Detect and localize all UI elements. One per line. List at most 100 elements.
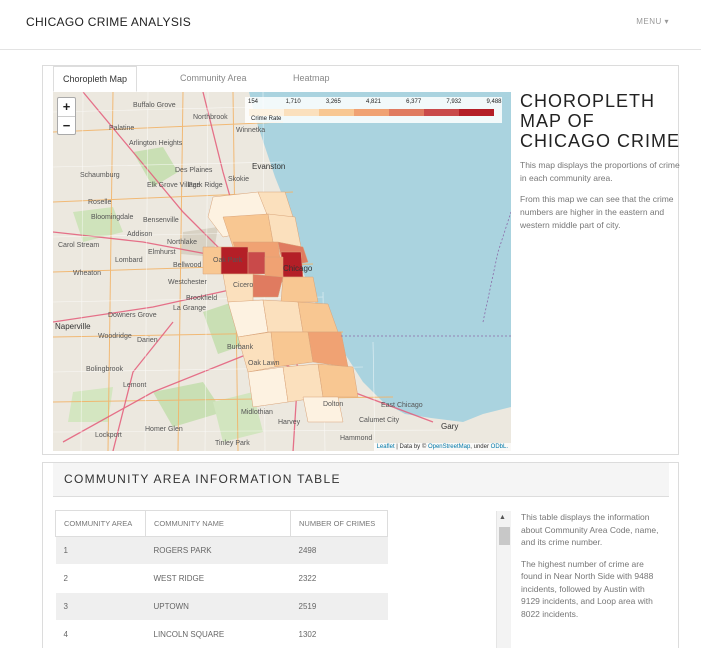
table-cell: 2498 xyxy=(290,536,388,565)
legend-color-swatch xyxy=(284,109,319,116)
legend-color-swatch xyxy=(389,109,424,116)
map-description: CHOROPLETH MAP OF CHICAGO CRIME This map… xyxy=(520,91,680,232)
map-label: Lockport xyxy=(95,432,122,439)
map-label: Dolton xyxy=(323,401,344,408)
table-cell: 1 xyxy=(55,536,146,565)
table-cell: UPTOWN xyxy=(145,592,291,621)
map-title: CHOROPLETH MAP OF CHICAGO CRIME xyxy=(520,91,681,151)
column-header[interactable]: NUMBER OF CRIMES xyxy=(290,510,388,537)
legend-tick-label: 6,377 xyxy=(406,99,422,105)
map-label: Darien xyxy=(137,337,158,344)
map-label: Addison xyxy=(127,231,153,238)
map-label: Buffalo Grove xyxy=(133,102,176,109)
table-cell: 3 xyxy=(55,592,146,621)
map-label: Lemont xyxy=(123,382,147,389)
menu-label: MENU xyxy=(636,17,662,26)
map-label: Midlothian xyxy=(241,409,273,416)
table-description-p2: The highest number of crime are found in… xyxy=(521,558,654,619)
legend-tick-label: 1,710 xyxy=(285,99,301,105)
scrollbar[interactable]: ▲ xyxy=(496,511,511,648)
tab-heatmap[interactable]: Heatmap xyxy=(284,66,339,92)
legend-ticks: 154 1,710 3,265 4,821 6,377 7,932 9,488 xyxy=(245,99,502,108)
community-area-table: COMMUNITY AREA COMMUNITY NAME NUMBER OF … xyxy=(55,510,388,648)
map-label: Chicago xyxy=(283,264,313,273)
map-label: Burbank xyxy=(227,344,254,351)
table-row[interactable]: 3 UPTOWN 2519 xyxy=(55,592,388,621)
map-label: Arlington Heights xyxy=(129,140,183,147)
zoom-control: + − xyxy=(57,97,76,135)
caret-down-icon: ▾ xyxy=(664,17,669,26)
column-header[interactable]: COMMUNITY NAME xyxy=(145,510,291,537)
brand-title[interactable]: CHICAGO CRIME ANALYSIS xyxy=(26,15,191,29)
map-label: Tinley Park xyxy=(215,440,250,447)
tab-bar: Choropleth Map Community Area Heatmap xyxy=(53,66,673,92)
map-description-p2: From this map we can see that the crime … xyxy=(520,194,674,230)
map-label: Bolingbrook xyxy=(86,366,123,373)
leaflet-link[interactable]: Leaflet xyxy=(377,444,395,450)
scrollbar-thumb[interactable] xyxy=(499,527,510,545)
map-label: Homer Glen xyxy=(145,426,183,433)
map-label: Wheaton xyxy=(73,270,102,277)
table-row[interactable]: 1 ROGERS PARK 2498 xyxy=(55,536,388,565)
map-label: Bensenville xyxy=(143,217,179,224)
map-label: Hammond xyxy=(340,435,373,442)
legend-color-bar xyxy=(249,109,494,116)
zoom-in-button[interactable]: + xyxy=(58,98,75,116)
map-label: Lombard xyxy=(115,257,143,264)
map-attribution: Leaflet | Data by © OpenStreetMap, under… xyxy=(373,443,511,451)
odbl-link[interactable]: ODbL. xyxy=(491,444,508,450)
legend-color-swatch xyxy=(319,109,354,116)
table-row[interactable]: 4 LINCOLN SQUARE 1302 xyxy=(55,620,388,648)
map-description-p1: This map displays the proportions of cri… xyxy=(520,160,680,183)
map-label: Oak Park xyxy=(213,257,243,264)
navbar: CHICAGO CRIME ANALYSIS MENU ▾ xyxy=(0,0,701,50)
table-cell: ROGERS PARK xyxy=(145,536,291,565)
map-label: East Chicago xyxy=(381,402,423,409)
map-label: Roselle xyxy=(88,199,112,206)
map-label: Westchester xyxy=(168,279,207,286)
table-cell: 4 xyxy=(55,620,146,648)
map-label: Schaumburg xyxy=(80,172,120,179)
legend-color-swatch xyxy=(249,109,284,116)
table-cell: 2519 xyxy=(290,592,388,621)
map-label: Elmhurst xyxy=(148,249,176,256)
map-canvas xyxy=(53,92,511,451)
map-label: Northbrook xyxy=(193,114,228,121)
scroll-up-arrow-icon[interactable]: ▲ xyxy=(499,514,506,521)
crime-rate-legend: 154 1,710 3,265 4,821 6,377 7,932 9,488 Crime … xyxy=(245,97,502,123)
map-label: Oak Lawn xyxy=(248,360,280,367)
tab-community-area[interactable]: Community Area xyxy=(171,66,256,92)
map-label: Bloomingdale xyxy=(91,214,134,221)
map-label: Park Ridge xyxy=(188,182,223,189)
table-panel: COMMUNITY AREA INFORMATION TABLE COMMUNI… xyxy=(42,462,679,648)
map-label: Evanston xyxy=(252,162,286,171)
legend-label: Crime Rate xyxy=(251,116,282,122)
column-header[interactable]: COMMUNITY AREA xyxy=(55,510,146,537)
table-cell: WEST RIDGE xyxy=(145,564,291,593)
zoom-out-button[interactable]: − xyxy=(58,116,75,134)
legend-tick-label: 9,488 xyxy=(486,99,502,105)
legend-tick-label: 3,265 xyxy=(325,99,341,105)
table-section-header: COMMUNITY AREA INFORMATION TABLE xyxy=(53,463,669,497)
map-label: Bellwood xyxy=(173,262,202,269)
table-row[interactable]: 2 WEST RIDGE 2322 xyxy=(55,564,388,593)
map-label: Gary xyxy=(441,422,459,431)
legend-color-swatch xyxy=(354,109,389,116)
map-label: Harvey xyxy=(278,419,301,426)
table-cell: 1302 xyxy=(290,620,388,648)
tab-choropleth-map[interactable]: Choropleth Map xyxy=(53,66,138,92)
map-label: Des Plaines xyxy=(175,167,213,174)
map-panel: Choropleth Map Community Area Heatmap Bu… xyxy=(42,65,680,455)
table-section-title: COMMUNITY AREA INFORMATION TABLE xyxy=(64,472,341,486)
menu-button[interactable]: MENU ▾ xyxy=(636,17,669,26)
legend-color-swatch xyxy=(424,109,459,116)
map-label: Palatine xyxy=(109,125,135,132)
osm-link[interactable]: OpenStreetMap xyxy=(428,444,470,450)
table-cell: 2 xyxy=(55,564,146,593)
map-label: Brookfield xyxy=(186,295,218,302)
map-label: La Grange xyxy=(173,305,207,312)
choropleth-map[interactable]: Buffalo Grove Northbrook Palatine Winnet… xyxy=(53,92,511,451)
map-label: Downers Grove xyxy=(108,312,157,319)
legend-tick-label: 154 xyxy=(247,99,259,105)
map-label: Carol Stream xyxy=(58,242,100,249)
